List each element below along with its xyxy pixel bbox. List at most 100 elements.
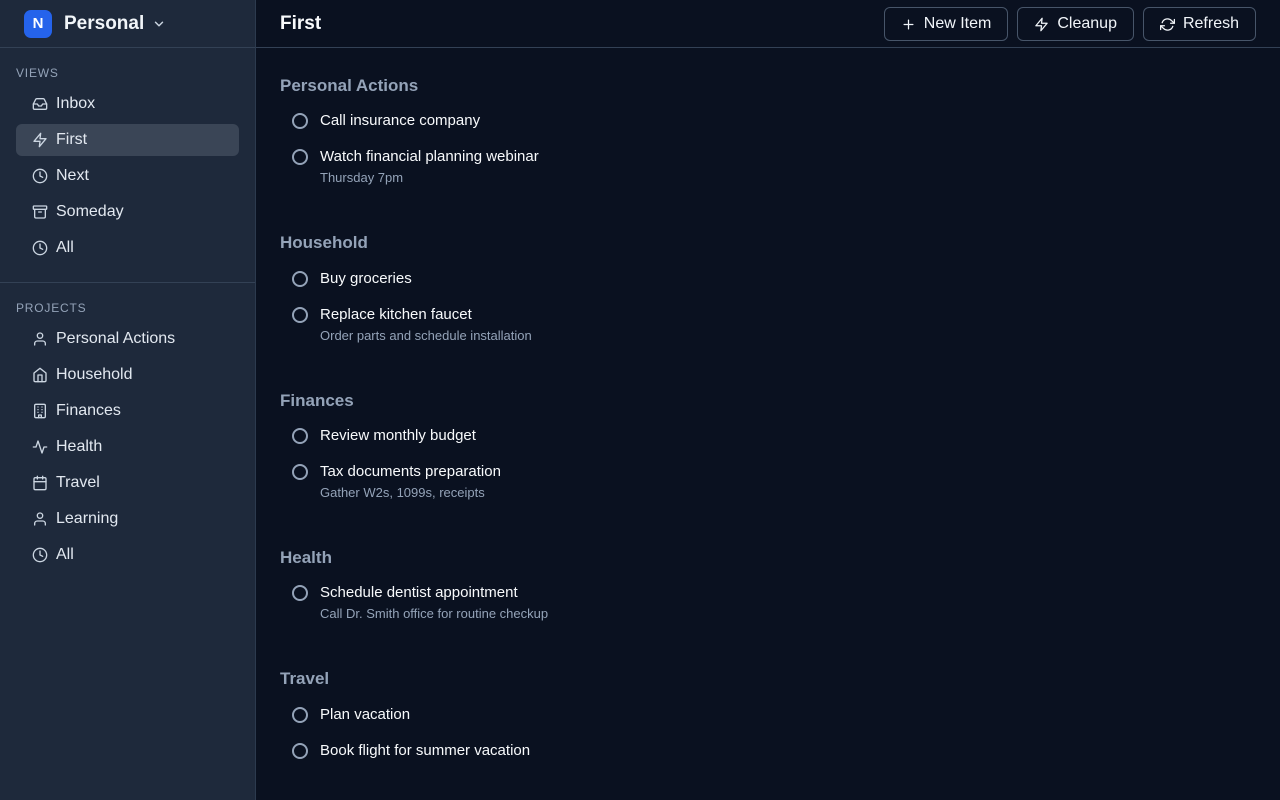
sidebar-item-label: Someday bbox=[56, 203, 124, 220]
refresh-button[interactable]: Refresh bbox=[1142, 7, 1256, 41]
sidebar-item-label: All bbox=[56, 239, 74, 256]
sidebar-item-first[interactable]: First bbox=[16, 124, 239, 156]
task-title[interactable]: Book flight for summer vacation bbox=[320, 742, 530, 760]
sidebar-item-travel[interactable]: Travel bbox=[16, 467, 239, 499]
task-title[interactable]: Call insurance company bbox=[320, 112, 480, 130]
task-title[interactable]: Tax documents preparation bbox=[320, 463, 501, 481]
group-title: Health bbox=[280, 548, 332, 567]
task-checkbox[interactable] bbox=[292, 464, 308, 480]
sidebar-item-label: Personal Actions bbox=[56, 330, 176, 347]
sidebar-item-label: Household bbox=[56, 366, 133, 383]
task-checkbox[interactable] bbox=[292, 149, 308, 165]
header-actions: New Item Cleanup Refresh bbox=[883, 7, 1256, 41]
workspace-name: Personal bbox=[64, 12, 145, 34]
home-icon bbox=[32, 367, 48, 383]
task-item: Plan vacation bbox=[292, 706, 410, 724]
task-checkbox[interactable] bbox=[292, 307, 308, 323]
project-group: Finances Review monthly budget Tax docum… bbox=[280, 391, 1180, 500]
task-checkbox[interactable] bbox=[292, 585, 308, 601]
cleanup-button[interactable]: Cleanup bbox=[1017, 7, 1134, 41]
task-note: Order parts and schedule installation bbox=[320, 328, 532, 343]
task-title[interactable]: Plan vacation bbox=[320, 706, 410, 724]
task-title[interactable]: Review monthly budget bbox=[320, 427, 476, 445]
task-title[interactable]: Watch financial planning webinar bbox=[320, 148, 539, 166]
project-group: Travel Plan vacation Book flight for sum… bbox=[280, 669, 1180, 759]
workspace-avatar: N bbox=[24, 9, 52, 38]
sidebar-item-label: Inbox bbox=[56, 95, 96, 112]
clock-icon bbox=[32, 168, 48, 184]
task-item: Schedule dentist appointment Call Dr. Sm… bbox=[292, 584, 548, 622]
task-item: Replace kitchen faucet Order parts and s… bbox=[292, 306, 532, 344]
sidebar-item-label: Health bbox=[56, 438, 103, 455]
lightning-icon bbox=[1034, 17, 1049, 32]
sidebar-item-label: Travel bbox=[56, 474, 100, 491]
user-icon bbox=[32, 511, 48, 527]
group-title: Household bbox=[280, 233, 368, 252]
new-item-label: New Item bbox=[923, 15, 992, 32]
sidebar-item-inbox[interactable]: Inbox bbox=[16, 88, 239, 120]
new-item-button[interactable]: New Item bbox=[883, 7, 1009, 41]
chevron-down-icon[interactable] bbox=[152, 17, 166, 31]
sidebar-item-all-views[interactable]: All bbox=[16, 232, 239, 264]
sidebar-item-label: First bbox=[56, 131, 88, 148]
project-group: Health Schedule dentist appointment Call… bbox=[280, 548, 1180, 621]
plus-icon bbox=[901, 17, 916, 32]
task-checkbox[interactable] bbox=[292, 113, 308, 129]
projects-nav: Personal Actions Household Finances Heal… bbox=[16, 323, 239, 575]
top-bar: First New Item Cleanup Refresh bbox=[256, 0, 1280, 48]
task-checkbox[interactable] bbox=[292, 271, 308, 287]
activity-icon bbox=[32, 439, 48, 455]
lightning-icon bbox=[32, 132, 48, 148]
main-panel: First New Item Cleanup Refresh Personal … bbox=[256, 0, 1280, 800]
user-icon bbox=[32, 331, 48, 347]
task-checkbox[interactable] bbox=[292, 707, 308, 723]
inbox-icon bbox=[32, 96, 48, 112]
clock-icon bbox=[32, 547, 48, 563]
task-title[interactable]: Replace kitchen faucet bbox=[320, 306, 532, 324]
task-note: Call Dr. Smith office for routine checku… bbox=[320, 606, 549, 621]
refresh-label: Refresh bbox=[1182, 15, 1239, 32]
task-checkbox[interactable] bbox=[292, 743, 308, 759]
task-item: Tax documents preparation Gather W2s, 10… bbox=[292, 463, 501, 501]
task-item: Review monthly budget bbox=[292, 427, 476, 445]
sidebar-item-health[interactable]: Health bbox=[16, 431, 239, 463]
calendar-icon bbox=[32, 475, 48, 491]
sidebar-item-all-projects[interactable]: All bbox=[16, 539, 239, 571]
sidebar-divider bbox=[0, 282, 255, 283]
task-checkbox[interactable] bbox=[292, 428, 308, 444]
sidebar-item-finances[interactable]: Finances bbox=[16, 395, 239, 427]
project-group: Household Buy groceries Replace kitchen … bbox=[280, 233, 1180, 343]
sidebar: N Personal VIEWS Inbox First Next Someda… bbox=[0, 0, 256, 800]
building-icon bbox=[32, 403, 48, 419]
task-title[interactable]: Schedule dentist appointment bbox=[320, 584, 548, 602]
task-title[interactable]: Buy groceries bbox=[320, 270, 412, 288]
views-nav: Inbox First Next Someday All bbox=[16, 88, 239, 268]
sidebar-item-label: Next bbox=[56, 167, 89, 184]
sidebar-item-personal-actions[interactable]: Personal Actions bbox=[16, 323, 239, 355]
task-item: Call insurance company bbox=[292, 112, 480, 130]
sidebar-item-next[interactable]: Next bbox=[16, 160, 239, 192]
group-title: Travel bbox=[280, 669, 330, 688]
sidebar-item-someday[interactable]: Someday bbox=[16, 196, 239, 228]
task-item: Buy groceries bbox=[292, 270, 412, 288]
task-item: Book flight for summer vacation bbox=[292, 742, 530, 760]
cleanup-label: Cleanup bbox=[1057, 15, 1117, 32]
task-note: Gather W2s, 1099s, receipts bbox=[320, 485, 485, 500]
workspace-switcher[interactable]: N Personal bbox=[0, 0, 255, 48]
sidebar-item-label: Finances bbox=[56, 402, 121, 419]
clock-icon bbox=[32, 240, 48, 256]
task-item: Watch financial planning webinar Thursda… bbox=[292, 148, 539, 186]
group-title: Finances bbox=[280, 391, 354, 410]
sidebar-item-learning[interactable]: Learning bbox=[16, 503, 239, 535]
projects-section-label: PROJECTS bbox=[16, 301, 87, 315]
sidebar-item-label: Learning bbox=[56, 510, 119, 527]
task-note: Thursday 7pm bbox=[320, 170, 404, 185]
project-group: Personal Actions Call insurance company … bbox=[280, 76, 1180, 185]
group-title: Personal Actions bbox=[280, 76, 419, 95]
sidebar-item-household[interactable]: Household bbox=[16, 359, 239, 391]
sidebar-item-label: All bbox=[56, 546, 74, 563]
page-title: First bbox=[280, 12, 322, 34]
archive-icon bbox=[32, 204, 48, 220]
refresh-icon bbox=[1159, 17, 1175, 32]
views-section-label: VIEWS bbox=[16, 66, 59, 80]
